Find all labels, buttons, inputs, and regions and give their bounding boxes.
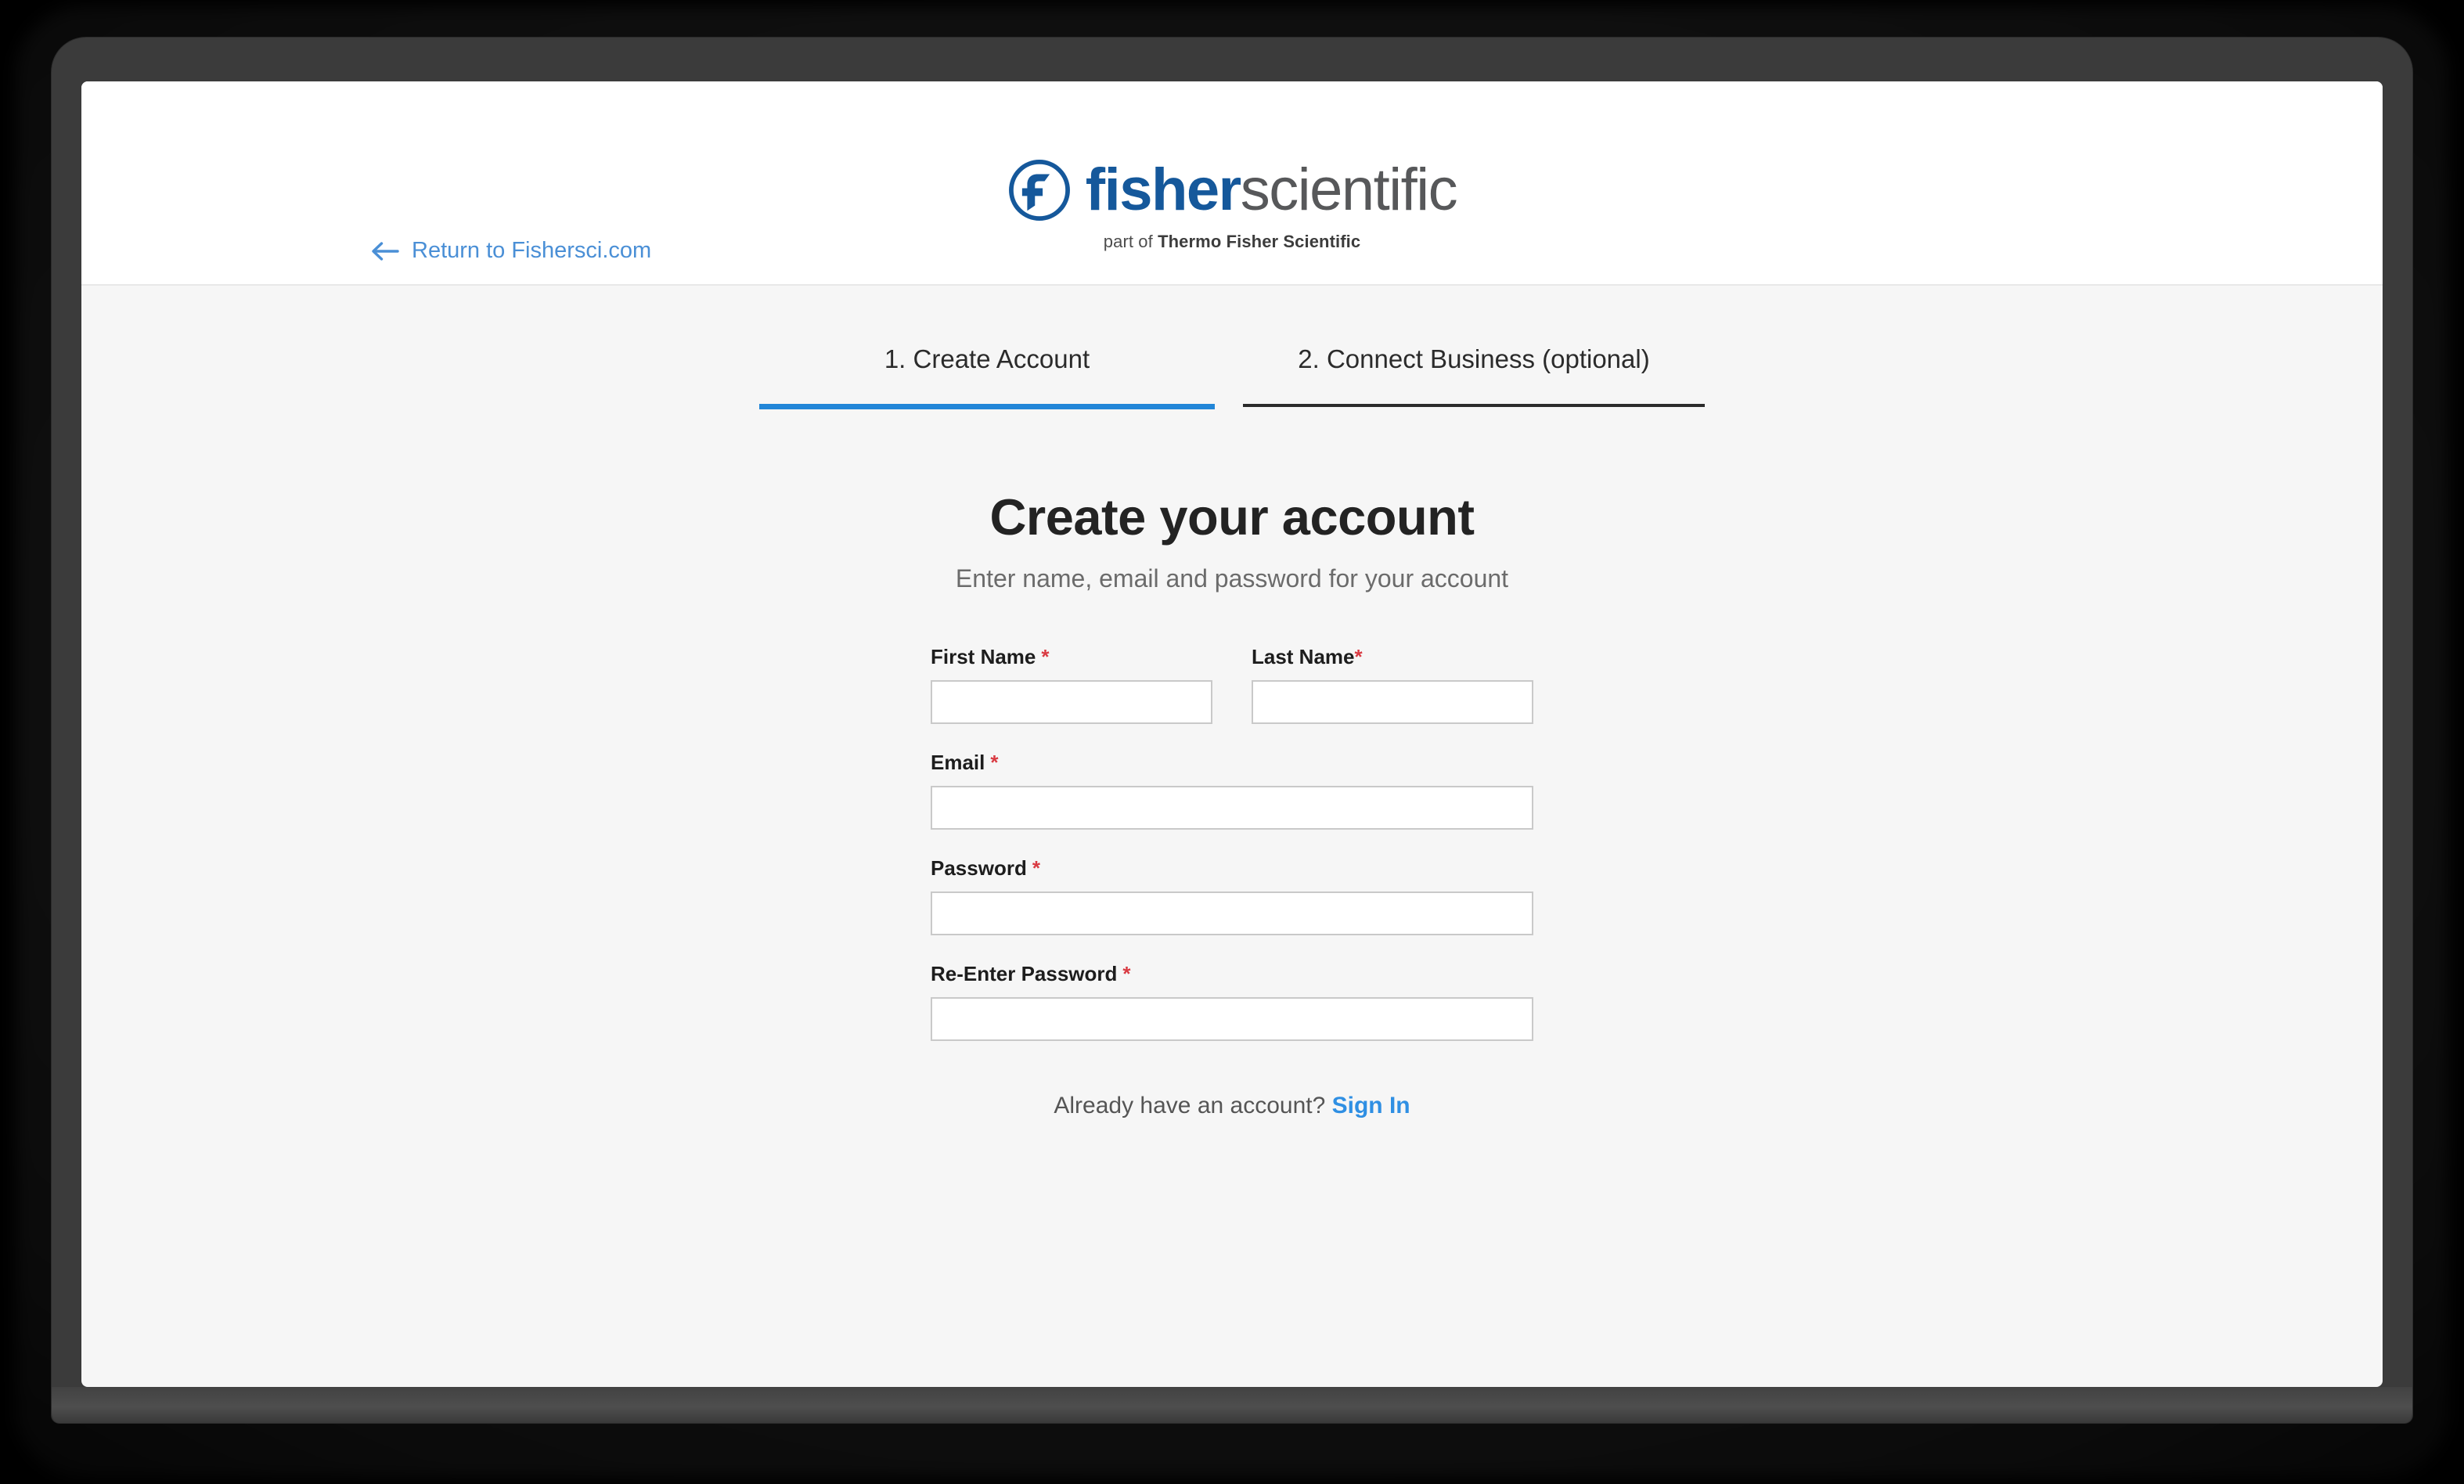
field-password: Password *	[931, 856, 1533, 936]
reenter-password-label-text: Re-Enter Password	[931, 962, 1118, 986]
first-name-label-text: First Name	[931, 645, 1036, 669]
last-name-label: Last Name*	[1252, 645, 1533, 669]
logo-tagline: part of Thermo Fisher Scientific	[935, 232, 1529, 252]
required-asterisk: *	[1041, 645, 1050, 669]
device-scene: Return to Fishersci.com fisherscientific…	[0, 0, 2464, 1484]
signin-prompt-row: Already have an account? Sign In	[931, 1093, 1533, 1119]
required-asterisk: *	[1032, 856, 1040, 881]
reenter-password-input[interactable]	[931, 997, 1533, 1042]
tab-connect-business-label: 2. Connect Business (optional)	[1298, 344, 1650, 373]
email-label-text: Email	[931, 751, 985, 775]
required-asterisk: *	[1354, 645, 1363, 669]
field-reenter-password: Re-Enter Password *	[931, 962, 1533, 1042]
logo-word-fisher: fisher	[1085, 157, 1241, 223]
password-label-text: Password	[931, 856, 1027, 881]
first-name-label: First Name *	[931, 645, 1212, 669]
logo-wordmark: fisherscientific	[1085, 157, 1458, 223]
tab-create-account-label: 1. Create Account	[884, 344, 1090, 373]
device-base	[52, 1387, 2412, 1423]
field-first-name: First Name *	[931, 645, 1212, 725]
tab-create-account-underline	[759, 404, 1215, 409]
tab-create-account[interactable]: 1. Create Account	[759, 344, 1215, 409]
browser-screen: Return to Fishersci.com fisherscientific…	[81, 81, 2383, 1387]
fisher-scientific-logo[interactable]: fisherscientific part of Thermo Fisher S…	[935, 158, 1529, 252]
tab-connect-business[interactable]: 2. Connect Business (optional)	[1243, 344, 1705, 409]
page-subtitle: Enter name, email and password for your …	[955, 564, 1509, 593]
field-last-name: Last Name*	[1252, 645, 1533, 725]
password-label: Password *	[931, 856, 1533, 881]
name-field-row: First Name * Last Name*	[931, 645, 1533, 751]
logo-word-scientific: scientific	[1240, 157, 1458, 223]
create-account-form: Create your account Enter name, email an…	[931, 409, 1533, 1119]
site-header: Return to Fishersci.com fisherscientific…	[81, 81, 2383, 286]
required-asterisk: *	[1122, 962, 1131, 986]
signup-step-tabs: 1. Create Account 2. Connect Business (o…	[81, 344, 2383, 409]
fisher-f-circle-logo-icon	[1008, 160, 1070, 221]
required-asterisk: *	[990, 751, 999, 775]
tab-connect-business-underline	[1243, 404, 1705, 407]
sign-in-link[interactable]: Sign In	[1332, 1093, 1410, 1118]
last-name-label-text: Last Name	[1252, 645, 1355, 669]
password-input[interactable]	[931, 891, 1533, 936]
arrow-left-icon	[372, 241, 399, 261]
email-label: Email *	[931, 751, 1533, 775]
logo-tagline-brand: Thermo Fisher Scientific	[1158, 232, 1361, 251]
signin-prompt-text: Already have an account?	[1054, 1093, 1326, 1119]
logo-tagline-prefix: part of	[1103, 232, 1158, 251]
reenter-password-label: Re-Enter Password *	[931, 962, 1533, 986]
first-name-input[interactable]	[931, 680, 1212, 725]
form-fields: First Name * Last Name* Email * Password…	[931, 645, 1533, 1042]
return-to-fishersci-link[interactable]: Return to Fishersci.com	[371, 238, 651, 264]
page-title: Create your account	[989, 488, 1475, 546]
last-name-input[interactable]	[1252, 680, 1533, 725]
email-input[interactable]	[931, 786, 1533, 830]
field-email: Email *	[931, 751, 1533, 830]
return-link-label: Return to Fishersci.com	[412, 238, 652, 263]
